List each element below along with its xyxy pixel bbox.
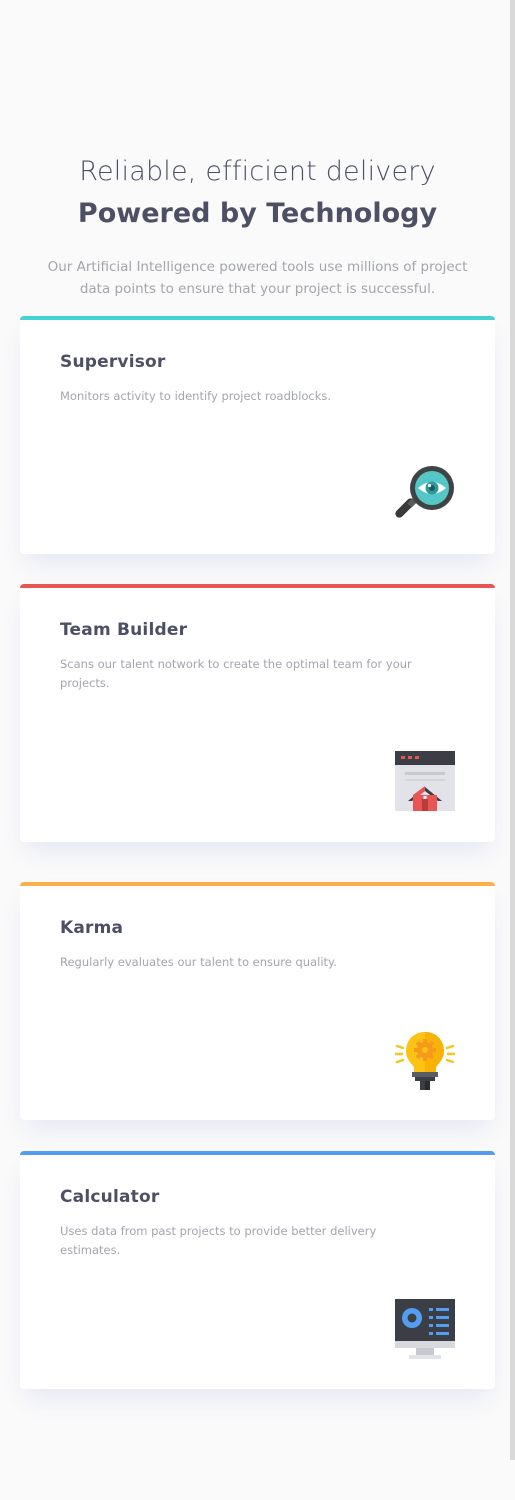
card-title: Team Builder xyxy=(60,620,188,640)
card-accent-bar xyxy=(20,1151,495,1155)
card-description: Regularly evaluates our talent to ensure… xyxy=(60,955,337,969)
card-description: Uses data from past projects to provide … xyxy=(60,1224,377,1257)
card-description: Monitors activity to identify project ro… xyxy=(60,389,332,403)
page-title-light: Reliable, efficient delivery xyxy=(79,156,436,187)
feature-card-team-builder: Team Builder Scans our talent notwork to… xyxy=(20,584,495,842)
feature-card-calculator: Calculator Uses data from past projects … xyxy=(20,1151,495,1389)
magnifier-eye-icon xyxy=(395,464,455,524)
monitor-chart-icon xyxy=(395,1299,455,1359)
page-title-bold: Powered by Technology xyxy=(77,198,438,229)
page-header: Reliable, efficient delivery Powered by … xyxy=(0,152,515,235)
card-title: Supervisor xyxy=(60,352,166,372)
card-accent-bar xyxy=(20,882,495,886)
card-accent-bar xyxy=(20,316,495,320)
card-title: Calculator xyxy=(60,1187,160,1207)
card-title: Karma xyxy=(60,918,124,938)
page-intro: Our Artificial Intelligence powered tool… xyxy=(47,259,468,297)
card-accent-bar xyxy=(20,584,495,588)
feature-card-supervisor: Supervisor Monitors activity to identify… xyxy=(20,316,495,554)
card-description: Scans our talent notwork to create the o… xyxy=(60,657,412,690)
lightbulb-gear-icon xyxy=(395,1030,455,1090)
browser-house-icon xyxy=(395,751,455,811)
feature-card-karma: Karma Regularly evaluates our talent to … xyxy=(20,882,495,1120)
